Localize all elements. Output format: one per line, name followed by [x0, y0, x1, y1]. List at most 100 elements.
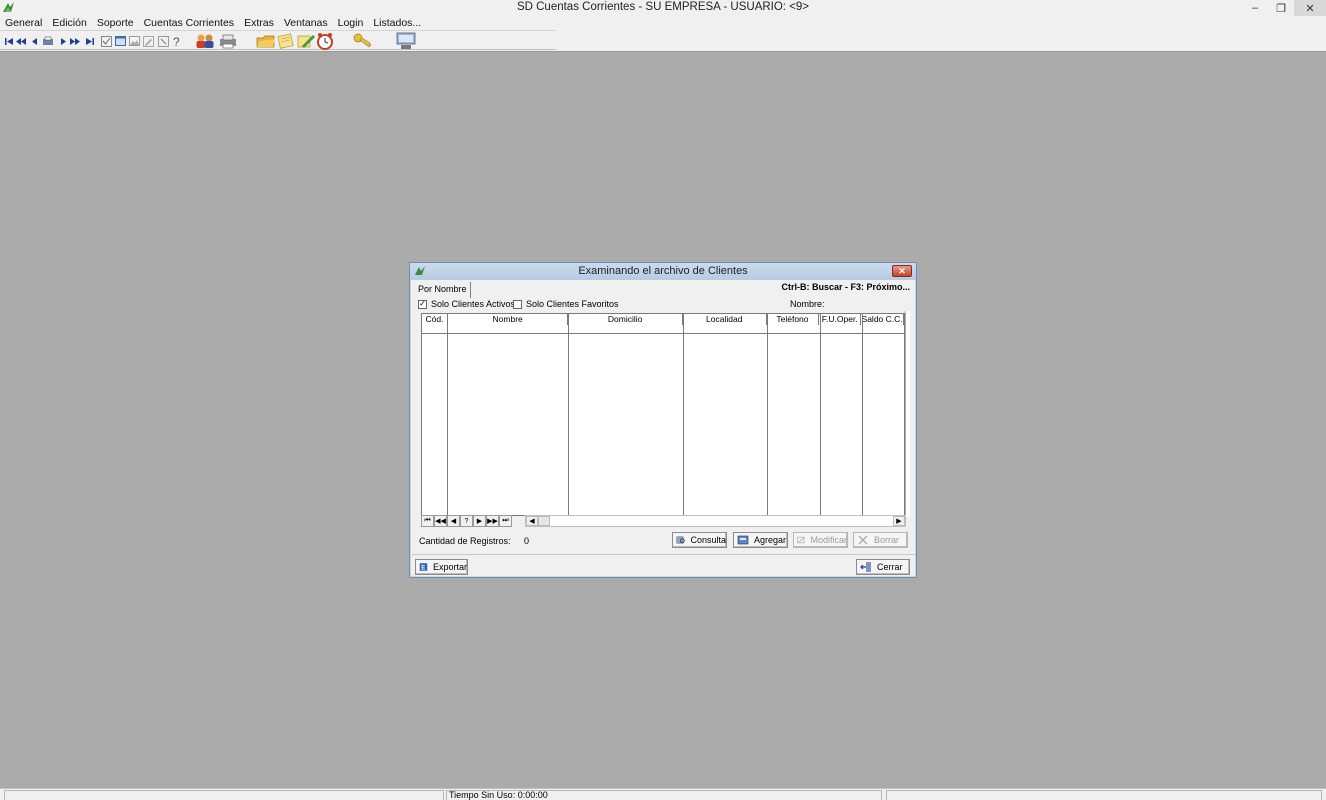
active-clients-label: Solo Clientes Activos	[431, 299, 516, 309]
query-icon	[676, 536, 685, 544]
column-divider	[568, 314, 569, 515]
window-icon[interactable]	[113, 33, 127, 49]
close-button[interactable]: ✕	[1294, 0, 1326, 16]
menu-ventanas[interactable]: Ventanas	[279, 16, 333, 30]
cerrar-label: Cerrar	[877, 562, 903, 572]
menu-edicion[interactable]: Edición	[47, 16, 91, 30]
minimize-button[interactable]: –	[1242, 0, 1268, 16]
clients-grid[interactable]: Cód. Nombre Domicilio Localidad Teléfono…	[421, 311, 910, 517]
notes-icon[interactable]	[276, 33, 296, 49]
svg-text:E: E	[421, 566, 425, 572]
active-clients-checkbox[interactable]: ✓	[418, 299, 427, 309]
menu-soporte[interactable]: Soporte	[92, 16, 139, 30]
svg-text:?: ?	[173, 35, 180, 48]
hotkeys-hint: Ctrl-B: Buscar - F3: Próximo...	[781, 282, 910, 292]
consulta-label: Consulta	[690, 535, 726, 545]
exit-door-icon	[860, 562, 871, 572]
idle-time-text: Tiempo Sin Uso: 0:00:00	[449, 790, 548, 800]
edit-icon[interactable]	[141, 33, 155, 49]
delete-icon	[858, 535, 868, 545]
app-titlebar: SD Cuentas Corrientes - SU EMPRESA - USU…	[0, 0, 1326, 16]
clients-icon[interactable]	[195, 33, 215, 49]
next-page-icon[interactable]	[68, 33, 82, 49]
nav-next-page-button[interactable]: ▶▶	[486, 515, 499, 527]
print-icon[interactable]	[41, 33, 55, 49]
zoom-icon[interactable]	[156, 33, 170, 49]
record-count-label: Cantidad de Registros:	[419, 536, 511, 546]
footer-divider	[412, 554, 916, 555]
image-icon[interactable]	[127, 33, 141, 49]
window-controls: – ❐ ✕	[1242, 0, 1326, 16]
agregar-label: Agregar	[754, 535, 787, 545]
column-header-localidad[interactable]: Localidad	[682, 314, 767, 325]
nav-last-button[interactable]: ⏭	[499, 515, 512, 527]
dialog-close-button[interactable]: ✕	[892, 265, 912, 277]
borrar-button[interactable]: Borrar	[853, 532, 908, 548]
pencil-icon[interactable]	[296, 33, 316, 49]
nav-first-button[interactable]: ⏮	[421, 515, 434, 527]
menu-login[interactable]: Login	[333, 16, 369, 30]
column-divider	[820, 314, 821, 515]
status-panel-right	[886, 790, 1322, 800]
nav-prev-button[interactable]: ◀	[447, 515, 460, 527]
help-icon[interactable]: ?	[170, 33, 184, 49]
last-record-icon[interactable]	[83, 33, 97, 49]
folder-icon[interactable]	[256, 33, 276, 49]
column-divider	[683, 314, 684, 515]
scroll-right-icon[interactable]: ▶	[893, 516, 905, 526]
menu-cuentas-corrientes[interactable]: Cuentas Corrientes	[139, 16, 239, 30]
modificar-button[interactable]: Modificar	[793, 532, 848, 548]
menubar: General Edición Soporte Cuentas Corrient…	[0, 16, 1326, 30]
horizontal-scrollbar[interactable]: ◀ ▶	[525, 515, 906, 527]
menu-extras[interactable]: Extras	[239, 16, 279, 30]
status-panel-left	[4, 790, 444, 800]
filter-favorite-clients[interactable]: Solo Clientes Favoritos	[513, 299, 619, 309]
scroll-thumb[interactable]	[538, 516, 550, 526]
modify-icon	[797, 536, 805, 544]
menu-listados[interactable]: Listados...	[368, 16, 426, 30]
exportar-button[interactable]: E Exportar	[415, 559, 468, 575]
column-header-saldo[interactable]: Saldo C.C.	[861, 314, 904, 325]
nav-next-button[interactable]: ▶	[473, 515, 486, 527]
nav-prev-page-button[interactable]: ◀◀	[434, 515, 447, 527]
column-header-cod[interactable]: Cód.	[422, 314, 448, 325]
previous-record-icon[interactable]	[27, 33, 41, 49]
toolbar-strip: ?	[0, 30, 556, 50]
scroll-left-icon[interactable]: ◀	[526, 516, 538, 526]
column-header-domicilio[interactable]: Domicilio	[568, 314, 683, 325]
favorite-clients-checkbox[interactable]	[513, 299, 522, 309]
clock-icon[interactable]	[316, 33, 334, 50]
menu-general[interactable]: General	[0, 16, 47, 30]
record-count-value: 0	[524, 536, 530, 546]
record-navigator: ⏮ ◀◀ ◀ ? ▶ ▶▶ ⏭	[421, 515, 512, 527]
column-header-telefono[interactable]: Teléfono	[766, 314, 820, 325]
name-search-label: Nombre:	[790, 299, 825, 309]
dialog-titlebar[interactable]: Examinando el archivo de Clientes ✕	[410, 263, 916, 280]
filter-active-clients[interactable]: ✓ Solo Clientes Activos	[418, 299, 515, 309]
toolbar: ?	[0, 30, 1326, 52]
printer-icon[interactable]	[218, 33, 238, 49]
exportar-label: Exportar	[432, 562, 467, 572]
app-title: SD Cuentas Corrientes - SU EMPRESA - USU…	[516, 1, 810, 13]
key-icon[interactable]	[352, 33, 374, 49]
export-icon: E	[419, 563, 428, 572]
grid-header: Cód. Nombre Domicilio Localidad Teléfono…	[422, 314, 904, 325]
column-divider	[767, 314, 768, 515]
agregar-button[interactable]: Agregar	[733, 532, 788, 548]
tab-por-nombre[interactable]: Por Nombre	[416, 282, 471, 298]
modificar-label: Modificar	[810, 535, 847, 545]
check-icon[interactable]	[99, 33, 113, 49]
previous-page-icon[interactable]	[14, 33, 28, 49]
nav-search-button[interactable]: ?	[460, 515, 473, 527]
close-icon: ✕	[898, 265, 906, 276]
table-row[interactable]	[422, 326, 904, 334]
restore-button[interactable]: ❐	[1268, 0, 1294, 16]
borrar-label: Borrar	[874, 535, 900, 545]
computer-icon[interactable]	[395, 32, 417, 49]
column-header-nombre[interactable]: Nombre	[447, 314, 569, 325]
column-divider	[447, 314, 448, 515]
column-header-fuoper[interactable]: F.U.Oper.	[819, 314, 862, 325]
vertical-scrollbar[interactable]	[905, 311, 910, 517]
cerrar-button[interactable]: Cerrar	[856, 559, 910, 575]
consulta-button[interactable]: Consulta	[672, 532, 727, 548]
